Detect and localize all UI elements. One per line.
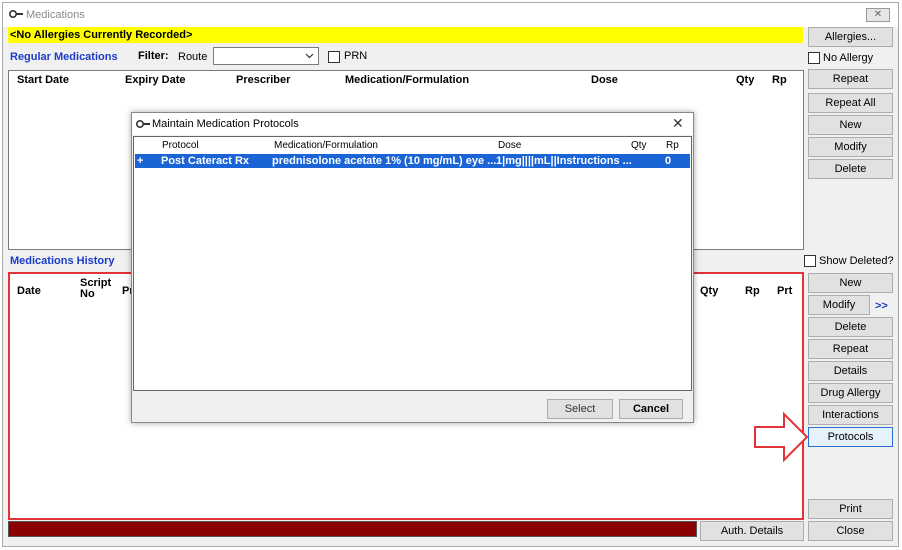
- col-hist-script-no[interactable]: Script No: [80, 278, 114, 300]
- protocols-grid[interactable]: Protocol Medication/Formulation Dose Qty…: [133, 136, 692, 391]
- chevron-down-icon: [305, 53, 314, 59]
- history-new-button[interactable]: New: [808, 273, 893, 293]
- close-button[interactable]: Close: [808, 521, 893, 541]
- maintain-protocols-dialog: Maintain Medication Protocols ✕ Protocol…: [131, 112, 694, 423]
- table-row[interactable]: + Post Cateract Rx prednisolone acetate …: [135, 154, 690, 168]
- col-expiry-date[interactable]: Expiry Date: [125, 74, 186, 86]
- col-rp[interactable]: Rp: [772, 74, 787, 86]
- col-medication-formulation[interactable]: Medication/Formulation: [274, 140, 378, 151]
- route-label: Route: [178, 51, 208, 63]
- prn-checkbox[interactable]: [328, 51, 340, 63]
- dialog-title: Maintain Medication Protocols: [152, 118, 299, 130]
- new-button[interactable]: New: [808, 115, 893, 135]
- regular-medications-label: Regular Medications: [10, 51, 118, 63]
- dialog-close-button[interactable]: ✕: [672, 115, 684, 132]
- protocols-button[interactable]: Protocols: [808, 427, 893, 447]
- allergies-button[interactable]: Allergies...: [808, 27, 893, 47]
- history-modify-button[interactable]: Modify: [808, 295, 870, 315]
- key-icon: [9, 10, 23, 18]
- route-select[interactable]: [213, 47, 319, 65]
- row-expand-marker[interactable]: +: [137, 155, 143, 167]
- allergy-banner: <No Allergies Currently Recorded>: [8, 27, 803, 43]
- col-qty[interactable]: Qty: [736, 74, 754, 86]
- col-start-date[interactable]: Start Date: [17, 74, 69, 86]
- drug-allergy-button[interactable]: Drug Allergy: [808, 383, 893, 403]
- row-rp: 0: [665, 155, 672, 167]
- title-bar: [3, 3, 898, 27]
- prn-label: PRN: [344, 50, 368, 62]
- select-button[interactable]: Select: [547, 399, 613, 419]
- print-button[interactable]: Print: [808, 499, 893, 519]
- window-close-button[interactable]: ✕: [866, 8, 890, 22]
- show-deleted-label: Show Deleted?: [819, 255, 894, 267]
- row-medication: prednisolone acetate 1% (10 mg/mL) eye .…: [272, 155, 497, 167]
- arrow-right-icon: [754, 411, 809, 463]
- delete-button[interactable]: Delete: [808, 159, 893, 179]
- history-repeat-button[interactable]: Repeat: [808, 339, 893, 359]
- row-dose: 1|mg||||mL||Instructions ...: [496, 155, 632, 167]
- show-deleted-checkbox[interactable]: [804, 255, 816, 267]
- modify-button[interactable]: Modify: [808, 137, 893, 157]
- col-dose[interactable]: Dose: [591, 74, 618, 86]
- col-rp[interactable]: Rp: [666, 140, 679, 151]
- col-qty[interactable]: Qty: [631, 140, 647, 151]
- more-button[interactable]: >>: [875, 300, 888, 312]
- auth-details-button[interactable]: Auth. Details: [700, 521, 804, 541]
- filter-label: Filter:: [138, 50, 169, 62]
- col-hist-date[interactable]: Date: [17, 285, 41, 297]
- status-bar: [8, 521, 697, 537]
- col-protocol[interactable]: Protocol: [162, 140, 199, 151]
- col-hist-qty[interactable]: Qty: [700, 285, 718, 297]
- medications-history-label: Medications History: [10, 255, 115, 267]
- repeat-button[interactable]: Repeat: [808, 69, 893, 89]
- col-dose[interactable]: Dose: [498, 140, 521, 151]
- col-hist-prt[interactable]: Prt: [777, 285, 792, 297]
- col-medication[interactable]: Medication/Formulation: [345, 74, 469, 86]
- no-allergy-label: No Allergy: [823, 52, 874, 64]
- window-title: Medications: [26, 9, 85, 21]
- repeat-all-button[interactable]: Repeat All: [808, 93, 893, 113]
- row-protocol: Post Cateract Rx: [161, 155, 250, 167]
- cancel-button[interactable]: Cancel: [619, 399, 683, 419]
- col-hist-rp[interactable]: Rp: [745, 285, 760, 297]
- key-icon: [136, 120, 150, 128]
- no-allergy-checkbox[interactable]: [808, 52, 820, 64]
- details-button[interactable]: Details: [808, 361, 893, 381]
- col-prescriber[interactable]: Prescriber: [236, 74, 290, 86]
- interactions-button[interactable]: Interactions: [808, 405, 893, 425]
- history-delete-button[interactable]: Delete: [808, 317, 893, 337]
